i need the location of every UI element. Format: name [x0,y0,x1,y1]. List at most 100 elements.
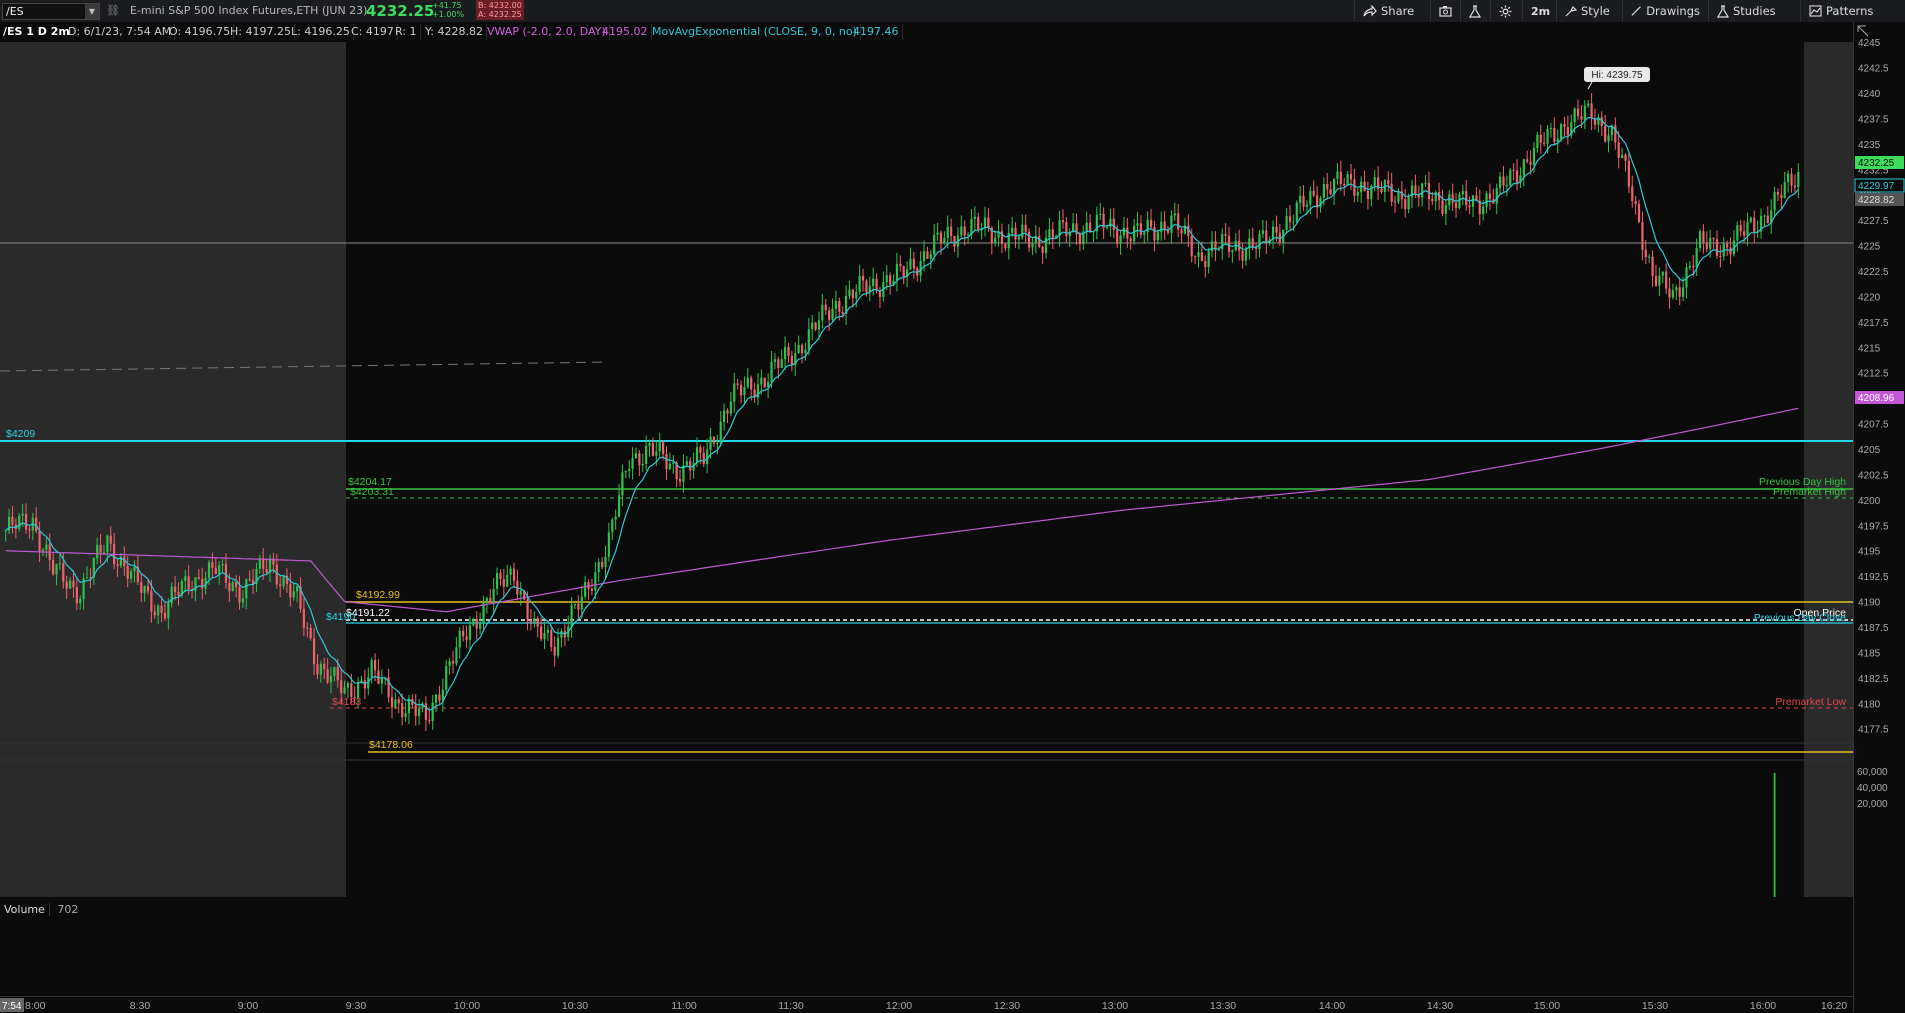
candle-body [1173,213,1176,216]
candle-body [146,586,150,592]
candle-body [1021,224,1024,238]
candle-body [102,552,106,554]
time-axis[interactable]: 7:54 8:00 8:30 9:00 9:30 10:00 10:30 11:00 11:… [0,996,1853,1013]
candle-body [1536,134,1539,149]
flask-icon [1469,4,1481,18]
candle-body [529,620,533,623]
symbol-selector[interactable]: /ES ▼ [2,3,100,20]
candle-body [1363,181,1366,191]
candle-body [1678,287,1681,297]
candle-body [597,562,600,573]
candle-body [499,572,502,580]
candle-body [1109,218,1112,227]
flask-button[interactable] [1460,0,1490,22]
chevron-down-icon[interactable]: ▼ [85,4,99,19]
drawings-button[interactable]: Drawings [1622,0,1708,22]
candle-body [546,629,549,633]
link-icon[interactable]: ⛓ [106,4,120,17]
bar-date: D: 6/1/23, 7:54 AM [65,24,176,40]
candle-body [634,453,638,459]
candle-body [309,627,312,639]
premarket-shading [0,42,346,897]
candle-body [706,449,709,465]
timeframe-button[interactable]: 2m [1522,0,1556,22]
candle-body [150,591,153,612]
time-label: 8:30 [130,1000,151,1012]
candle-body [865,280,868,293]
candle-body [641,463,644,466]
time-label: 13:00 [1102,1000,1128,1012]
last-price-tag-text: 4232.25 [1858,158,1895,169]
candle-body [1366,190,1370,199]
candle-body [1556,138,1559,142]
candle-body [1190,236,1193,257]
price-tick-label: 4200 [1858,496,1881,507]
candle-body [543,632,546,640]
candle-body [950,226,953,236]
net-change: +41.75 [432,1,462,10]
candle-body [248,579,251,581]
bar-open: O: 4196.75 [166,24,235,40]
candle-body [648,442,651,446]
candle-body [1461,191,1464,195]
candle-body [1051,229,1054,239]
time-label: 9:30 [346,1000,367,1012]
candle-body [1648,256,1651,258]
share-icon [1363,5,1377,17]
candle-body [716,442,719,444]
patterns-button[interactable]: Patterns [1800,0,1898,22]
candle-body [1078,234,1081,244]
bar-low: L: 4196.25 [288,24,354,40]
cursor-y: Y: 4228.82 [422,24,487,40]
candle-body [1580,116,1583,120]
screenshot-button[interactable] [1430,0,1460,22]
candle-body [1231,250,1234,252]
candle-body [363,680,366,689]
vwap-study-label[interactable]: VWAP (-2.0, 2.0, DAY) [484,24,610,40]
candle-body [1116,229,1119,244]
studies-button[interactable]: Studies [1708,0,1800,22]
candle-body [1641,222,1644,250]
candle-body [414,704,417,717]
candle-body [1265,230,1268,243]
candle-body [116,564,119,566]
style-button[interactable]: Style [1556,0,1622,22]
candle-body [1027,231,1031,248]
candle-body [1675,287,1678,291]
price-tick-label: 4242.5 [1858,64,1889,75]
candle-body [553,646,556,656]
price-tick-label: 4205 [1858,445,1881,456]
candle-body [743,387,746,396]
candle-body [1349,173,1353,180]
candle-body [790,355,793,366]
time-label: 11:00 [671,1000,697,1012]
candle-body [621,472,624,496]
candle-body [1112,218,1115,230]
candle-body [336,666,339,681]
candle-body [933,234,936,255]
candle-body [1393,201,1397,203]
regular-session-area [346,42,1804,897]
candle-body [912,258,915,269]
candle-body [821,304,824,321]
candle-body [604,556,607,568]
settings-button[interactable] [1490,0,1522,22]
candle-body [607,532,610,557]
candle-body [85,577,89,579]
candle-body [55,564,58,575]
candle-body [1346,173,1349,186]
time-label: 15:00 [1534,1000,1560,1012]
ema-study-label[interactable]: MovAvgExponential (CLOSE, 9, 0, no) [649,24,861,40]
candle-body [783,346,787,360]
share-button[interactable]: Share [1354,0,1430,22]
expand-icon[interactable] [1857,25,1869,37]
candle-body [824,304,827,311]
previous-day-close-label: Previous Day Close [1754,612,1846,624]
candle-body [763,377,766,388]
candle-body [1692,265,1695,268]
candle-body [685,461,688,466]
candle-body [1631,186,1634,201]
price-chart[interactable]: $4209 $4204.17 $4203.31 $4192.99 $4191.2… [0,42,1853,897]
candle-body [919,260,922,276]
price-axis[interactable]: 42454242.542404237.542354232.542304227.5… [1853,22,1905,1012]
